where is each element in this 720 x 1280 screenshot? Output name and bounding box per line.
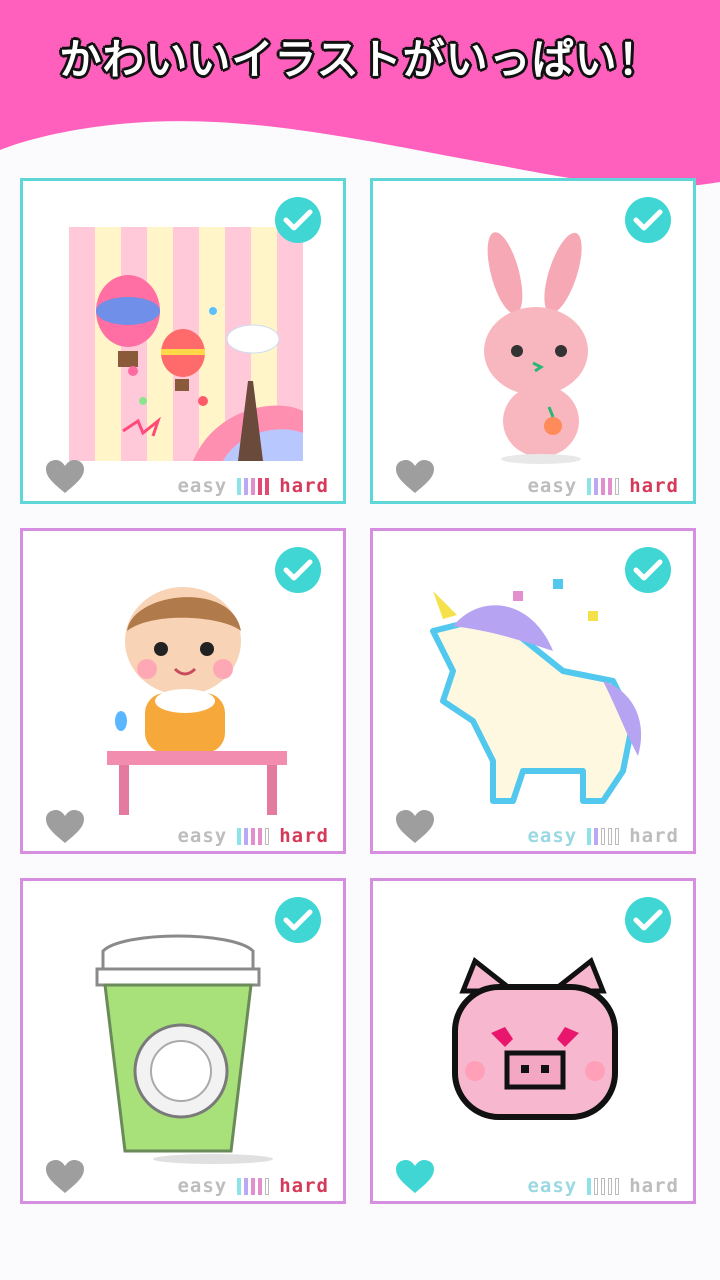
pink-pig-face-artwork (452, 956, 618, 1120)
banner-title: かわいいイラストがいっぱい！ (59, 35, 661, 84)
difficulty-bars (237, 827, 270, 845)
hard-label: hard (629, 475, 679, 497)
header-banner: かわいいイラストがいっぱい！ (0, 0, 720, 200)
completed-check-icon (625, 547, 671, 593)
favorite-heart-icon[interactable] (395, 809, 435, 845)
favorite-heart-icon[interactable] (395, 1159, 435, 1195)
difficulty-bars (237, 477, 270, 495)
easy-label: easy (527, 825, 578, 847)
difficulty-meter: easy hard (177, 825, 329, 847)
completed-check-icon (275, 897, 321, 943)
difficulty-bars (587, 477, 620, 495)
difficulty-meter: easy hard (527, 1175, 679, 1197)
illustration-card-pig[interactable]: easy hard (370, 878, 696, 1204)
hard-label: hard (279, 825, 329, 847)
hard-label: hard (279, 475, 329, 497)
completed-check-icon (275, 547, 321, 593)
pink-bunny-artwork (484, 232, 588, 464)
pastel-unicorn-artwork (430, 579, 642, 804)
easy-label: easy (527, 1175, 578, 1197)
completed-check-icon (275, 197, 321, 243)
baby-at-table-artwork (107, 587, 287, 815)
paris-balloons-artwork (69, 227, 303, 461)
completed-check-icon (625, 197, 671, 243)
hard-label: hard (629, 1175, 679, 1197)
favorite-heart-icon[interactable] (45, 1159, 85, 1195)
difficulty-meter: easy hard (527, 825, 679, 847)
difficulty-bars (587, 827, 620, 845)
illustration-card-drink[interactable]: easy hard (20, 878, 346, 1204)
easy-label: easy (177, 1175, 228, 1197)
easy-label: easy (177, 475, 228, 497)
difficulty-bars (587, 1177, 620, 1195)
completed-check-icon (625, 897, 671, 943)
difficulty-meter: easy hard (177, 475, 329, 497)
difficulty-meter: easy hard (177, 1175, 329, 1197)
illustration-card-bunny[interactable]: easy hard (370, 178, 696, 504)
illustration-card-paris[interactable]: easy hard (20, 178, 346, 504)
illustration-card-unicorn[interactable]: easy hard (370, 528, 696, 854)
easy-label: easy (177, 825, 228, 847)
favorite-heart-icon[interactable] (395, 459, 435, 495)
green-drink-cup-artwork (95, 934, 273, 1164)
favorite-heart-icon[interactable] (45, 809, 85, 845)
easy-label: easy (527, 475, 578, 497)
hard-label: hard (629, 825, 679, 847)
favorite-heart-icon[interactable] (45, 459, 85, 495)
hard-label: hard (279, 1175, 329, 1197)
difficulty-meter: easy hard (527, 475, 679, 497)
difficulty-bars (237, 1177, 270, 1195)
illustration-card-baby[interactable]: easy hard (20, 528, 346, 854)
